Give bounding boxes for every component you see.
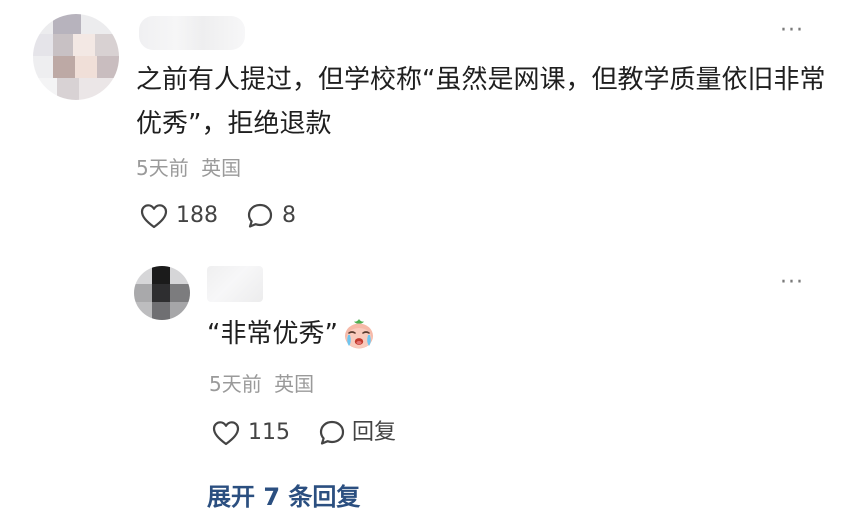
- username-blurred[interactable]: [139, 16, 245, 50]
- reply-text-row: “非常优秀”: [207, 314, 376, 354]
- comment-location: 英国: [201, 156, 242, 180]
- reply-count: 8: [282, 203, 296, 228]
- comment-actions: 188 8: [140, 199, 296, 233]
- reply-meta: 5天前 英国: [209, 370, 314, 398]
- reply-button-label: 回复: [352, 420, 397, 445]
- reply-actions: 115 回复: [212, 416, 396, 450]
- comment-text: 之前有人提过，但学校称“虽然是网课，但教学质量依旧非常优秀”，拒绝退款: [136, 65, 826, 139]
- comment-meta: 5天前 英国: [136, 154, 241, 182]
- reply-text: “非常优秀”: [207, 319, 338, 349]
- avatar[interactable]: [33, 14, 119, 100]
- like-button[interactable]: 188: [140, 201, 218, 231]
- expand-replies-link[interactable]: 展开 7 条回复: [207, 480, 360, 514]
- reply-time: 5天前: [209, 372, 262, 396]
- comment-bubble-icon: [247, 203, 273, 228]
- reply-avatar[interactable]: [134, 266, 190, 320]
- reply-button[interactable]: 回复: [318, 418, 396, 448]
- reply-more-options-button[interactable]: ···: [780, 272, 804, 294]
- comment-time: 5天前: [136, 156, 189, 180]
- reply-username-blurred[interactable]: [207, 266, 263, 302]
- heart-icon: [212, 421, 240, 446]
- comment-bubble-icon: [319, 420, 345, 445]
- reply-like-count: 115: [248, 420, 290, 445]
- crying-face-emoji-icon: [344, 319, 373, 349]
- reply-location: 英国: [274, 372, 315, 396]
- reply-like-button[interactable]: 115: [212, 418, 290, 448]
- like-count: 188: [176, 203, 218, 228]
- more-options-button[interactable]: ···: [780, 20, 804, 42]
- heart-icon: [140, 204, 168, 229]
- reply-count-button[interactable]: 8: [246, 201, 296, 231]
